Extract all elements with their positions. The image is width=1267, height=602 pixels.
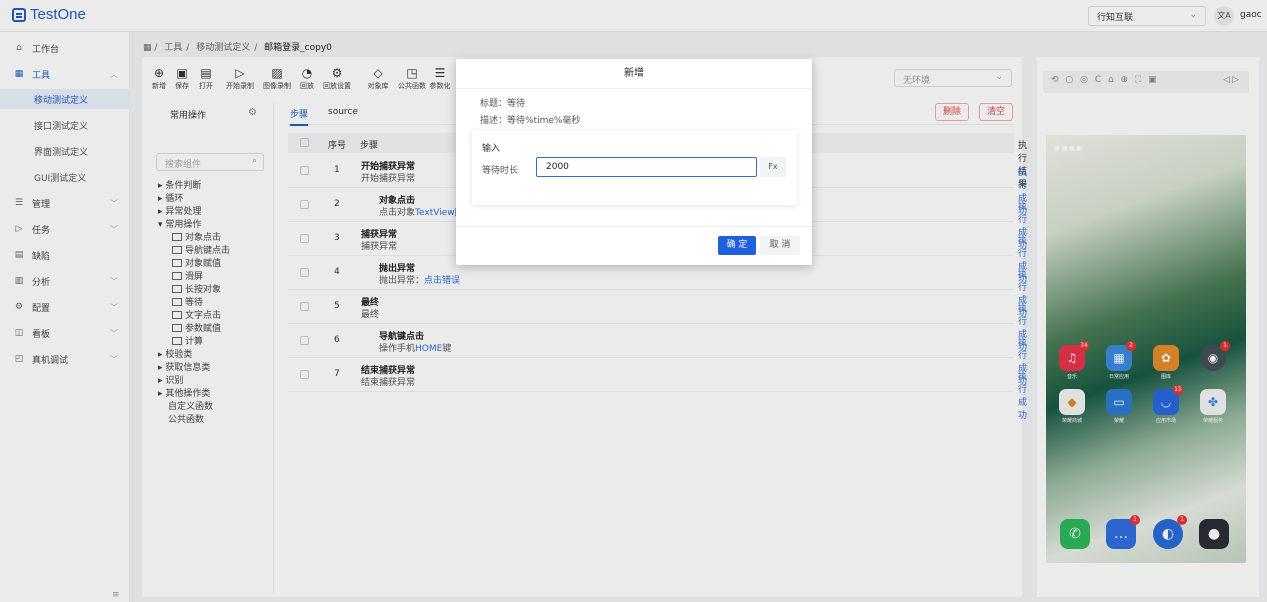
divider: [456, 226, 812, 227]
cancel-button[interactable]: 取 消: [760, 236, 800, 255]
add-step-dialog: 新增 标题：等待 描述：等待%time%毫秒 输入 等待时长 2000 Fx 确…: [456, 59, 812, 265]
confirm-button[interactable]: 确 定: [718, 236, 756, 255]
dialog-title: 新增: [456, 59, 812, 89]
wait-duration-label: 等待时长: [482, 166, 519, 176]
dialog-step-desc: 描述：等待%time%毫秒: [480, 116, 581, 126]
input-section: 输入 等待时长 2000 Fx: [472, 130, 797, 205]
input-section-title: 输入: [482, 144, 501, 154]
fx-button[interactable]: Fx: [760, 157, 786, 177]
wait-duration-input[interactable]: 2000: [536, 157, 757, 177]
dialog-step-title: 标题：等待: [480, 99, 526, 109]
